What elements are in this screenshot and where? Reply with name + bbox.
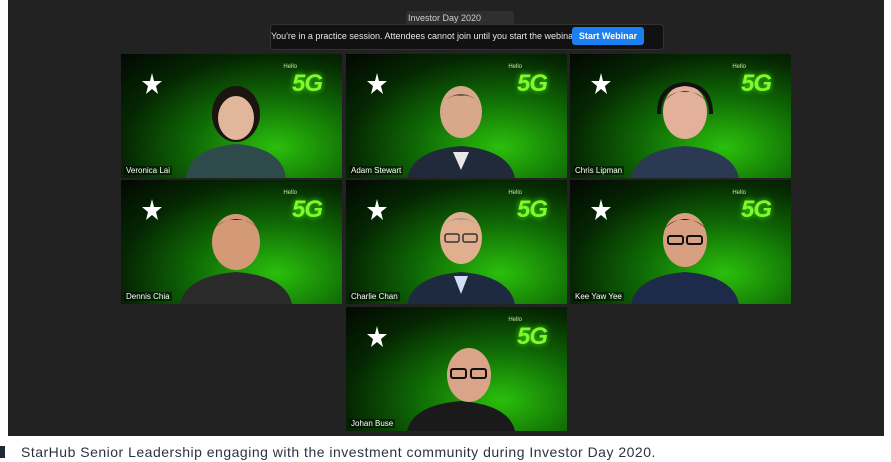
participant-video-icon bbox=[180, 214, 292, 304]
video-tile-kee-yaw-yee[interactable]: Hello 5G Kee Yaw Yee bbox=[570, 180, 791, 304]
5g-badge-icon: 5G bbox=[291, 196, 323, 223]
participant-video-icon bbox=[186, 86, 286, 178]
video-tile-veronica-lai[interactable]: Hello 5G Veronica Lai bbox=[121, 54, 342, 178]
participant-name: Charlie Chan bbox=[349, 292, 400, 301]
participant-name: Adam Stewart bbox=[349, 166, 404, 175]
video-tile-chris-lipman[interactable]: Hello 5G Chris Lipman bbox=[570, 54, 791, 178]
starhub-logo-icon bbox=[367, 199, 387, 220]
video-tile-dennis-chia[interactable]: Hello 5G Dennis Chia bbox=[121, 180, 342, 304]
participant-name: Chris Lipman bbox=[573, 166, 625, 175]
5g-badge-icon: 5G bbox=[740, 70, 772, 97]
participant-name: Dennis Chia bbox=[124, 292, 172, 301]
starhub-logo-icon bbox=[142, 199, 162, 220]
starhub-logo-icon bbox=[591, 199, 611, 220]
5g-badge-icon: 5G bbox=[740, 196, 772, 223]
participant-name: Veronica Lai bbox=[124, 166, 173, 175]
starhub-logo-icon bbox=[367, 326, 387, 347]
video-tile-charlie-chan[interactable]: Hello 5G Charlie Chan bbox=[346, 180, 567, 304]
caption-marker bbox=[0, 446, 5, 458]
participant-video-icon bbox=[631, 213, 739, 304]
participant-video-icon bbox=[407, 348, 515, 431]
start-webinar-button[interactable]: Start Webinar bbox=[572, 27, 644, 45]
5g-badge-icon: 5G bbox=[516, 70, 548, 97]
participant-video-icon bbox=[407, 86, 515, 178]
image-caption: StarHub Senior Leadership engaging with … bbox=[21, 444, 656, 460]
practice-session-text: You're in a practice session. Attendees … bbox=[271, 31, 579, 41]
starhub-logo-icon bbox=[367, 73, 387, 94]
5g-badge-icon: 5G bbox=[291, 70, 323, 97]
meeting-title: Investor Day 2020 bbox=[408, 13, 482, 23]
participant-video-icon bbox=[407, 212, 515, 304]
5g-badge-icon: 5G bbox=[516, 196, 548, 223]
participant-name: Johan Buse bbox=[349, 419, 396, 428]
video-tile-johan-buse[interactable]: Hello 5G Johan Buse bbox=[346, 307, 567, 431]
starhub-logo-icon bbox=[591, 73, 611, 94]
5g-badge-icon: 5G bbox=[516, 323, 548, 350]
starhub-logo-icon bbox=[142, 73, 162, 94]
participant-video-icon bbox=[631, 81, 739, 178]
participant-name: Kee Yaw Yee bbox=[573, 292, 624, 301]
video-tile-adam-stewart[interactable]: Hello 5G Adam Stewart bbox=[346, 54, 567, 178]
